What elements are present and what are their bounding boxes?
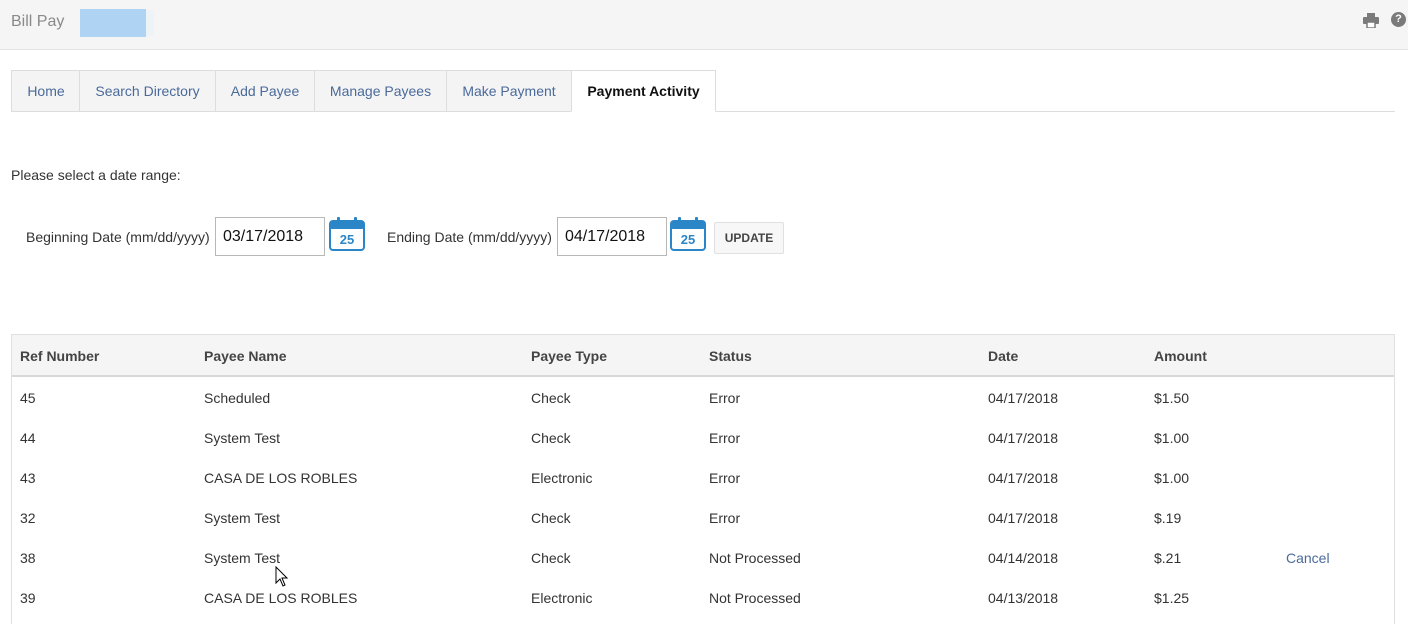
column-status[interactable]: Status — [709, 348, 752, 364]
cell-payee: System Test — [204, 550, 280, 566]
cell-amount: $1.25 — [1154, 590, 1190, 606]
cell-ref: 43 — [20, 470, 36, 486]
table-row: 44 System Test Check Error 04/17/2018 $1… — [12, 418, 1394, 458]
tab-make-payment[interactable]: Make Payment — [446, 70, 571, 112]
cell-ref: 44 — [20, 430, 36, 446]
cell-status: Not Processed — [709, 590, 801, 606]
cell-type: Check — [531, 430, 571, 446]
cell-ref: 39 — [20, 590, 36, 606]
beginning-calendar-icon[interactable]: 25 — [329, 217, 365, 251]
beginning-date-label: Beginning Date (mm/dd/yyyy) — [26, 229, 210, 245]
cell-payee: System Test — [204, 430, 280, 446]
redacted-block — [80, 9, 146, 37]
cell-payee: System Test — [204, 510, 280, 526]
ending-date-input[interactable] — [557, 217, 667, 256]
cell-payee: CASA DE LOS ROBLES — [204, 590, 358, 606]
update-button[interactable]: UPDATE — [714, 222, 784, 254]
cell-payee: CASA DE LOS ROBLES — [204, 470, 358, 486]
table-row: 32 System Test Check Error 04/17/2018 $.… — [12, 498, 1394, 538]
beginning-date-input[interactable] — [215, 217, 325, 256]
cell-status: Error — [709, 510, 741, 526]
cell-ref: 45 — [20, 390, 36, 406]
column-payee-name[interactable]: Payee Name — [204, 348, 287, 364]
cell-date: 04/17/2018 — [988, 430, 1059, 446]
cell-status: Not Processed — [709, 550, 801, 566]
table-header: Ref Number Payee Name Payee Type Status … — [12, 335, 1394, 377]
cell-date: 04/17/2018 — [988, 510, 1059, 526]
column-date[interactable]: Date — [988, 348, 1018, 364]
cell-payee: Scheduled — [204, 390, 271, 406]
help-icon[interactable]: ? — [1391, 12, 1406, 27]
cell-status: Error — [709, 470, 741, 486]
cell-type: Check — [531, 390, 571, 406]
cell-amount: $.19 — [1154, 510, 1182, 526]
tab-home[interactable]: Home — [11, 70, 80, 112]
tab-manage-payees[interactable]: Manage Payees — [314, 70, 446, 112]
cell-amount: $1.00 — [1154, 470, 1190, 486]
ending-calendar-day: 25 — [681, 232, 695, 247]
cell-type: Check — [531, 510, 571, 526]
payment-activity-table: Ref Number Payee Name Payee Type Status … — [11, 334, 1395, 624]
table-row: 38 System Test Check Not Processed 04/14… — [12, 538, 1394, 578]
cell-status: Error — [709, 430, 741, 446]
cell-amount: $1.00 — [1154, 430, 1190, 446]
beginning-calendar-day: 25 — [340, 232, 354, 247]
app-title: Bill Pay — [11, 13, 65, 30]
tab-search-directory[interactable]: Search Directory — [79, 70, 215, 112]
cell-type: Electronic — [531, 470, 593, 486]
tab-add-payee[interactable]: Add Payee — [215, 70, 314, 112]
table-row: 39 CASA DE LOS ROBLES Electronic Not Pro… — [12, 578, 1394, 618]
top-bar: Bill Pay ? — [0, 0, 1408, 50]
column-amount[interactable]: Amount — [1154, 348, 1207, 364]
cell-ref: 38 — [20, 550, 36, 566]
cell-date: 04/13/2018 — [988, 590, 1059, 606]
tab-payment-activity[interactable]: Payment Activity — [571, 70, 716, 112]
cell-amount: $.21 — [1154, 550, 1182, 566]
cell-date: 04/17/2018 — [988, 390, 1059, 406]
ending-calendar-icon[interactable]: 25 — [670, 217, 706, 251]
column-payee-type[interactable]: Payee Type — [531, 348, 607, 364]
cell-status: Error — [709, 390, 741, 406]
cell-amount: $1.50 — [1154, 390, 1190, 406]
table-row: 45 Scheduled Check Error 04/17/2018 $1.5… — [12, 378, 1394, 418]
cell-date: 04/14/2018 — [988, 550, 1059, 566]
date-range-prompt: Please select a date range: — [11, 167, 181, 183]
ending-date-label: Ending Date (mm/dd/yyyy) — [387, 229, 552, 245]
cell-type: Check — [531, 550, 571, 566]
cell-date: 04/17/2018 — [988, 470, 1059, 486]
cell-type: Electronic — [531, 590, 593, 606]
cell-ref: 32 — [20, 510, 36, 526]
mouse-cursor-icon — [275, 566, 289, 587]
tab-bar: Home Search Directory Add Payee Manage P… — [11, 70, 1395, 112]
print-icon[interactable] — [1363, 13, 1379, 28]
cancel-payment-link[interactable]: Cancel — [1286, 550, 1330, 566]
column-ref-number[interactable]: Ref Number — [20, 348, 99, 364]
table-row: 43 CASA DE LOS ROBLES Electronic Error 0… — [12, 458, 1394, 498]
